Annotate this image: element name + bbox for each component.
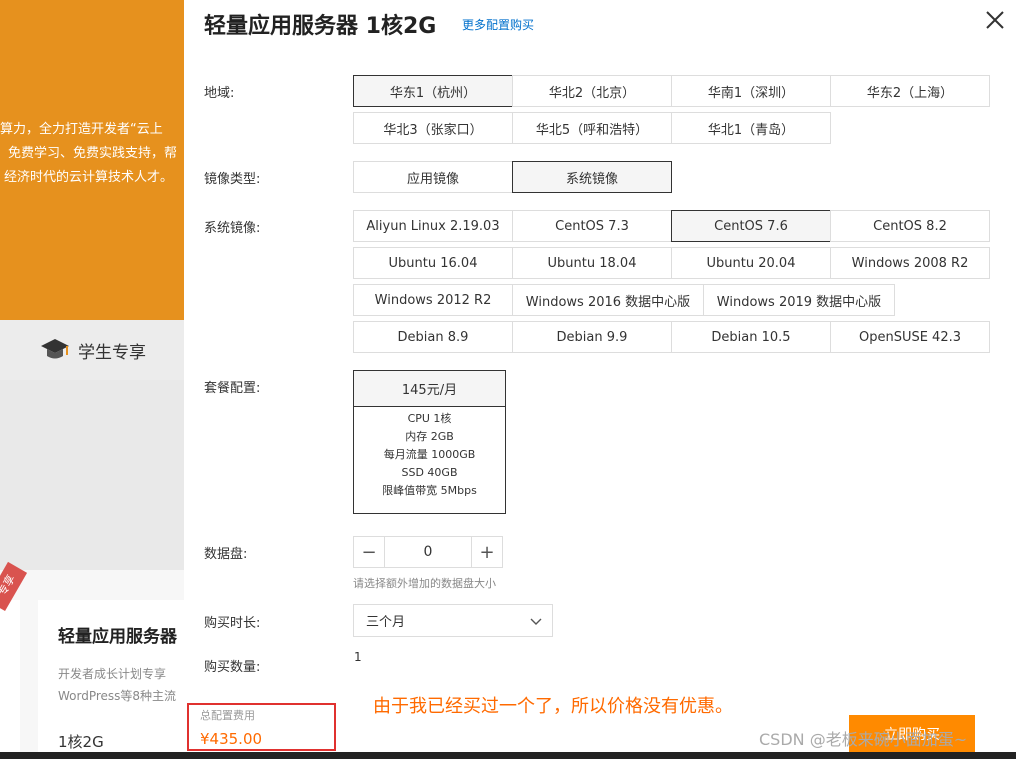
system-image-option[interactable]: Debian 10.5 [671,321,831,353]
system-image-option[interactable]: Windows 2016 数据中心版 [512,284,704,316]
system-image-option[interactable]: Windows 2012 R2 [353,284,513,316]
package-spec-line: SSD 40GB [401,466,458,479]
package-card[interactable]: 145元/月 CPU 1核 内存 2GB 每月流量 1000GB SSD 40G… [353,370,506,514]
region-option[interactable]: 华南1（深圳） [671,75,831,107]
region-option[interactable]: 华北3（张家口） [353,112,513,144]
data-disk-label: 数据盘: [204,547,248,562]
quantity-label: 购买数量: [204,660,261,675]
region-option[interactable]: 华东1（杭州） [353,75,513,107]
package-specs: CPU 1核 内存 2GB 每月流量 1000GB SSD 40GB 限峰值带宽… [354,407,505,500]
image-type-option[interactable]: 应用镜像 [353,161,513,193]
system-image-option[interactable]: CentOS 8.2 [830,210,990,242]
region-label: 地域: [204,86,235,101]
duration-label: 购买时长: [204,616,261,631]
drawer-title: 轻量应用服务器 1核2G [204,14,437,39]
watermark: CSDN @老板来碗小面加蛋~ [759,730,968,749]
system-image-option[interactable]: Windows 2019 数据中心版 [703,284,895,316]
system-image-option[interactable]: Windows 2008 R2 [830,247,990,279]
region-option[interactable]: 华东2（上海） [830,75,990,107]
package-spec-line: 每月流量 1000GB [383,448,476,461]
taskbar-strip [0,752,1016,759]
quantity-value: 1 [354,650,362,664]
image-type-option[interactable]: 系统镜像 [512,161,672,193]
product-card-desc: WordPress等8种主流 [58,689,177,703]
image-type-label: 镜像类型: [204,172,261,187]
increment-button[interactable]: + [472,537,502,567]
region-option[interactable]: 华北1（青岛） [671,112,831,144]
product-card-spec: 1核2G [58,733,104,751]
duration-value: 三个月 [366,615,406,630]
product-card-desc: 开发者成长计划专享 [58,667,167,681]
total-cost-label: 总配置费用 [200,709,255,722]
more-config-link[interactable]: 更多配置购买 [462,16,534,33]
system-image-option[interactable]: Ubuntu 16.04 [353,247,513,279]
region-option[interactable]: 华北5（呼和浩特） [512,112,672,144]
product-card[interactable]: 轻量应用服务器 开发者成长计划专享 WordPress等8种主流 1核2G [38,600,184,759]
package-spec-line: 限峰值带宽 5Mbps [382,484,477,497]
product-cards: 专享 轻量应用服务器 开发者成长计划专享 WordPress等8种主流 1核2G [0,561,184,759]
close-icon[interactable] [984,9,1006,31]
hero-banner: 算力，全力打造开发者“云上 免费学习、免费实践支持，帮 经济时代的云计算技术人才… [0,0,184,320]
system-image-option[interactable]: Aliyun Linux 2.19.03 [353,210,513,242]
package-spec-line: CPU 1核 [407,412,452,425]
annotation-note: 由于我已经买过一个了，所以价格没有优惠。 [373,696,733,717]
purchase-drawer: 轻量应用服务器 1核2G 更多配置购买 地域: 华东1（杭州） 华北2（北京） … [184,0,1016,752]
student-tab-label: 学生专享 [78,342,146,363]
hero-text-line: 经济时代的云计算技术人才。 [4,170,174,185]
package-label: 套餐配置: [204,381,261,396]
hero-text-line: 算力，全力打造开发者“云上 [0,122,163,137]
chevron-down-icon [530,618,542,625]
product-card-partial [0,600,20,759]
background-section [0,380,184,570]
decrement-button[interactable]: − [354,537,384,567]
data-disk-stepper: − 0 + [353,536,503,568]
system-image-option[interactable]: Debian 8.9 [353,321,513,353]
system-image-label: 系统镜像: [204,221,261,236]
data-disk-hint: 请选择额外增加的数据盘大小 [353,577,496,590]
system-image-option[interactable]: CentOS 7.3 [512,210,672,242]
student-tab[interactable]: 学生专享 [0,320,184,380]
hero-text-line: 免费学习、免费实践支持，帮 [8,146,178,161]
package-spec-line: 内存 2GB [405,430,454,443]
product-card-title: 轻量应用服务器 [58,627,177,647]
graduation-cap-icon [41,339,69,359]
region-option[interactable]: 华北2（北京） [512,75,672,107]
package-price: 145元/月 [354,371,505,407]
data-disk-input[interactable]: 0 [384,537,472,567]
system-image-option[interactable]: CentOS 7.6 [671,210,831,242]
duration-select[interactable]: 三个月 [353,604,553,637]
system-image-option[interactable]: OpenSUSE 42.3 [830,321,990,353]
system-image-option[interactable]: Ubuntu 18.04 [512,247,672,279]
system-image-option[interactable]: Debian 9.9 [512,321,672,353]
system-image-option[interactable]: Ubuntu 20.04 [671,247,831,279]
total-cost-value: ¥435.00 [200,730,263,748]
